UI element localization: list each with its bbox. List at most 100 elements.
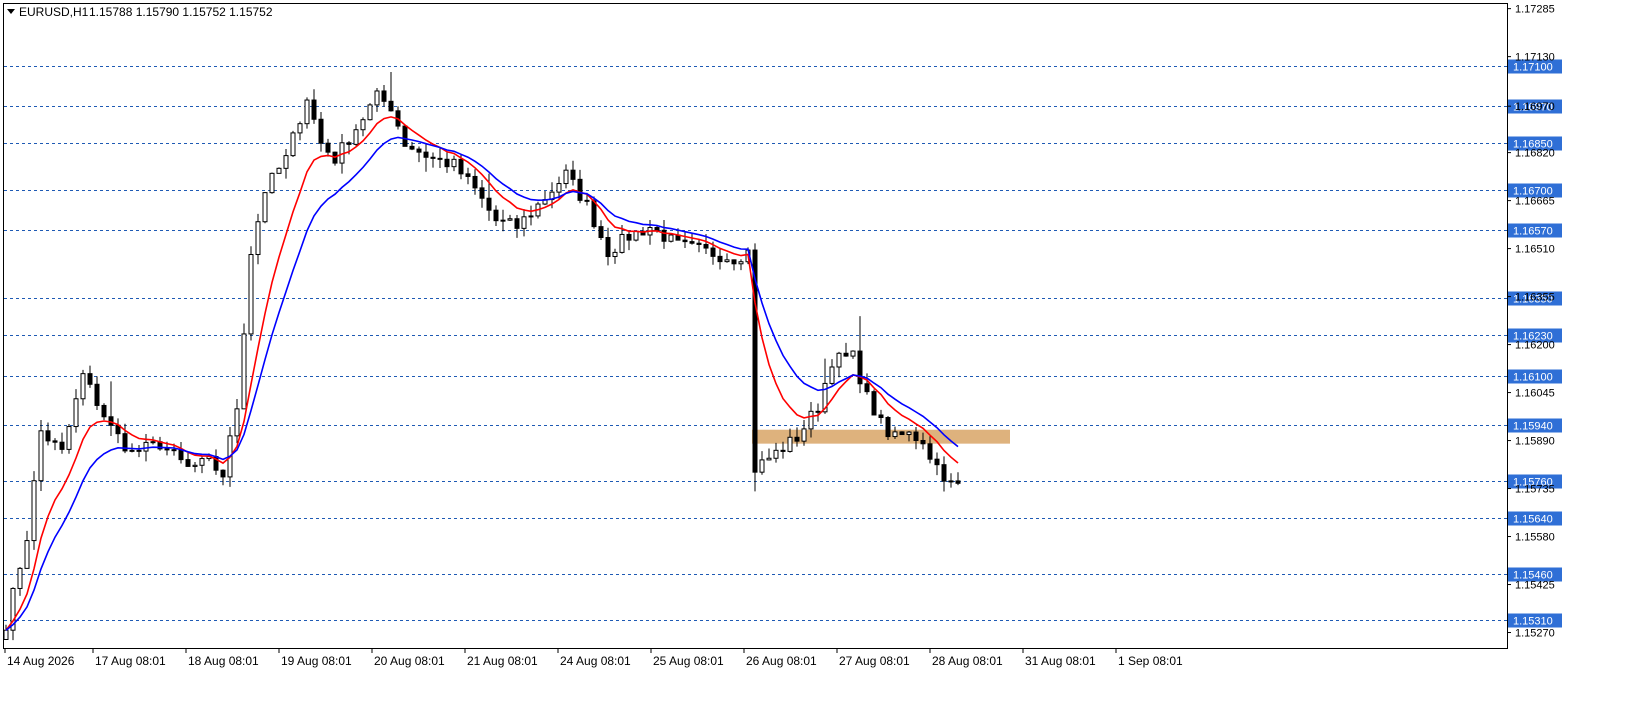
candle-body — [892, 431, 898, 438]
candle-body — [598, 226, 604, 239]
time-tick-label: 17 Aug 08:01 — [95, 654, 166, 668]
time-tick-label: 19 Aug 08:01 — [281, 654, 352, 668]
candle-body — [444, 158, 450, 168]
candle-body — [766, 457, 772, 461]
candle-body — [430, 156, 436, 159]
candle-body — [52, 440, 58, 443]
candle-body — [899, 431, 905, 436]
candle-body — [3, 629, 9, 640]
candle-body — [262, 192, 268, 223]
candle-body — [682, 239, 688, 243]
candle-body — [493, 209, 499, 222]
price-tick-label: 1.15735 — [1515, 484, 1555, 496]
candle-body — [787, 436, 793, 452]
candle-body — [815, 410, 821, 413]
candle-body — [297, 123, 303, 134]
candle-body — [234, 408, 240, 437]
candle-body — [290, 132, 296, 157]
symbol-label: EURUSD,H1 — [19, 5, 89, 19]
candle-body — [696, 242, 702, 245]
candle-body — [878, 414, 884, 419]
candle-body — [591, 200, 597, 228]
candle-body — [738, 261, 744, 265]
price-tick-label: 1.16200 — [1515, 340, 1555, 352]
candle-body — [906, 431, 912, 436]
candle-body — [360, 119, 366, 131]
candle-body — [185, 459, 191, 467]
price-tick-label: 1.16045 — [1515, 388, 1555, 400]
candle-body — [514, 218, 520, 229]
candle-body — [45, 430, 51, 442]
candle-body — [794, 436, 800, 442]
price-tick-label: 1.16510 — [1515, 244, 1555, 256]
candle-body — [857, 350, 863, 385]
candle-body — [710, 247, 716, 257]
candle-body — [759, 459, 765, 473]
time-tick-label: 26 Aug 08:01 — [746, 654, 817, 668]
price-tick-label: 1.16820 — [1515, 148, 1555, 160]
candle-body — [150, 441, 156, 444]
candle-body — [570, 169, 576, 180]
time-tick-label: 18 Aug 08:01 — [188, 654, 259, 668]
candle-body — [850, 350, 856, 357]
candle-body — [934, 458, 940, 466]
candle-body — [451, 158, 457, 168]
time-tick-label: 14 Aug 2026 — [7, 654, 75, 668]
candle-body — [164, 448, 170, 451]
candle-body — [563, 169, 569, 185]
candle-body — [255, 221, 261, 256]
candle-body — [556, 183, 562, 193]
candle-body — [59, 441, 65, 450]
candle-body — [283, 155, 289, 169]
candle-body — [66, 426, 72, 450]
candle-body — [171, 449, 177, 452]
time-tick-label: 21 Aug 08:01 — [467, 654, 538, 668]
candle-body — [192, 464, 198, 467]
candle-body — [465, 173, 471, 177]
chart-header: EURUSD,H1 1.15788 1.15790 1.15752 1.1575… — [7, 5, 273, 19]
candle-body — [248, 254, 254, 335]
candle-body — [500, 219, 506, 222]
candle-body — [955, 480, 961, 484]
candle-body — [437, 157, 443, 160]
candle-body — [220, 469, 226, 478]
level-tag-label: 1.15640 — [1513, 514, 1553, 526]
level-tag-label: 1.16570 — [1513, 226, 1553, 238]
candle-body — [402, 125, 408, 147]
candle-body — [703, 243, 709, 249]
candle-body — [507, 218, 513, 221]
candle-body — [619, 233, 625, 253]
candle-body — [374, 90, 380, 106]
ohlc-label: 1.15788 1.15790 1.15752 1.15752 — [89, 5, 273, 19]
candle-body — [94, 383, 100, 406]
candle-body — [612, 251, 618, 258]
candle-body — [325, 142, 331, 153]
time-tick-label: 24 Aug 08:01 — [560, 654, 631, 668]
candle-body — [871, 391, 877, 416]
time-tick-label: 31 Aug 08:01 — [1025, 654, 1096, 668]
candle-body — [388, 100, 394, 112]
candle-body — [948, 480, 954, 483]
price-tick-label: 1.16355 — [1515, 292, 1555, 304]
candle-body — [199, 458, 205, 466]
candle-body — [486, 197, 492, 211]
candle-body — [689, 241, 695, 244]
candle-body — [409, 145, 415, 150]
candle-body — [353, 129, 359, 145]
candle-body — [178, 449, 184, 461]
candle-body — [724, 259, 730, 263]
time-tick-label: 27 Aug 08:01 — [839, 654, 910, 668]
level-tag-label: 1.15310 — [1513, 616, 1553, 628]
time-tick-label: 25 Aug 08:01 — [653, 654, 724, 668]
price-tick-label: 1.15580 — [1515, 532, 1555, 544]
candle-body — [458, 158, 464, 175]
candle-body — [605, 237, 611, 258]
level-tag-label: 1.16100 — [1513, 372, 1553, 384]
chart-area[interactable]: 1.17100 1.16970 1.16850 1.16700 1.16570 1.163… — [0, 0, 1626, 696]
price-tick-label: 1.15890 — [1515, 436, 1555, 448]
candle-body — [311, 99, 317, 120]
candle-body — [668, 234, 674, 242]
candle-body — [913, 431, 919, 441]
candle-body — [346, 142, 352, 145]
candle-body — [143, 441, 149, 452]
